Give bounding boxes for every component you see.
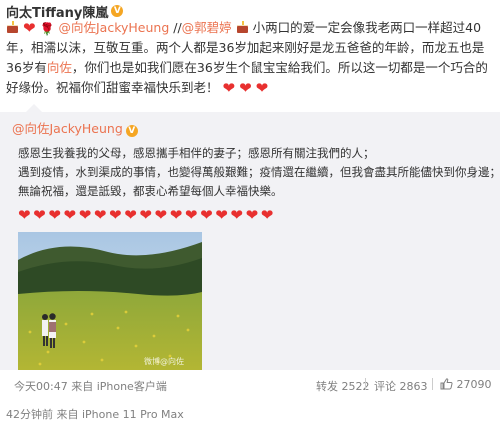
weibo-post: 向太Tiffany陳嵐 V ❤ 🌹 @向佐JackyHeung //@郭碧婷 小…: [0, 0, 500, 421]
thumbs-up-icon: [440, 378, 453, 390]
separator: [365, 378, 366, 390]
post-photo[interactable]: 微博@向佐: [18, 232, 202, 370]
cake-emoji-icon: [236, 21, 249, 33]
heart-emoji-icon: ❤: [239, 79, 252, 97]
repost-text: 感恩生我養我的父母，感恩攜手相伴的妻子；感恩所有關注我們的人； 遇到疫情，水到渠…: [18, 144, 500, 201]
heart-emoji-icon: ❤: [215, 206, 231, 224]
comment-label: 评论: [374, 380, 400, 393]
heart-emoji-icon: ❤: [230, 206, 246, 224]
next-post-meta: 42分钟前 来自 iPhone 11 Pro Max: [6, 408, 184, 421]
forward-button[interactable]: 转发 2522: [316, 378, 370, 394]
heart-emoji-icon: ❤: [124, 206, 140, 224]
svg-text:微博@向佐: 微博@向佐: [144, 356, 184, 366]
timestamp[interactable]: 今天00:47 来自 iPhone客户端: [14, 378, 167, 394]
heart-emoji-icon: ❤: [109, 206, 125, 224]
like-count: 27090: [456, 378, 492, 391]
heart-emoji-icon: ❤: [260, 206, 276, 224]
photo-image: 微博@向佐: [18, 232, 202, 370]
repost-line: 無論祝福，還是詆毀，都衷心希望每個人幸福快樂。: [18, 184, 283, 198]
heart-emoji-icon: ❤: [48, 206, 64, 224]
verified-badge-icon: V: [111, 5, 124, 17]
heart-emoji-icon: ❤: [169, 206, 185, 224]
heart-emoji-icon: ❤: [22, 19, 36, 37]
repost-line: 遇到疫情，水到渠成的事情，也變得萬般艱難；疫情還在繼續，但我會盡其所能儘快到你身…: [18, 165, 500, 179]
separator: [432, 378, 433, 390]
comment-button[interactable]: 评论 2863: [374, 378, 428, 394]
heart-emoji-icon: ❤: [200, 206, 216, 224]
mention-link[interactable]: 向佐: [47, 60, 72, 75]
repost-author-name[interactable]: @向佐JackyHeung: [12, 121, 123, 136]
heart-emoji-icon: ❤: [154, 206, 170, 224]
like-button[interactable]: 27090: [440, 378, 492, 391]
hearts-row: ❤❤❤❤❤❤❤❤❤❤❤❤❤❤❤❤❤: [18, 206, 276, 224]
mention-link[interactable]: @向佐JackyHeung: [58, 20, 169, 35]
rose-emoji-icon: 🌹: [39, 22, 55, 36]
heart-emoji-icon: ❤: [184, 206, 201, 224]
comment-count: 2863: [399, 380, 428, 393]
repost-bubble-notch: [26, 104, 42, 112]
post-footer: 今天00:47 来自 iPhone客户端 转发 2522 评论 2863 270…: [0, 372, 500, 398]
heart-emoji-icon: ❤: [222, 79, 236, 97]
heart-emoji-icon: ❤: [18, 206, 34, 224]
verified-badge-icon: V: [125, 125, 138, 137]
post-text: ❤ 🌹 @向佐JackyHeung //@郭碧婷 小两口的爱一定会像我老两口一样…: [6, 18, 496, 98]
forward-label: 转发: [316, 380, 342, 393]
repost-author[interactable]: @向佐JackyHeung V: [12, 118, 138, 137]
heart-emoji-icon: ❤: [33, 206, 49, 224]
heart-emoji-icon: ❤: [245, 206, 261, 224]
heart-emoji-icon: ❤: [139, 206, 155, 224]
repost-separator: //: [169, 20, 182, 35]
heart-emoji-icon: ❤: [255, 79, 269, 97]
heart-emoji-icon: ❤: [93, 206, 110, 224]
cake-emoji-icon: [6, 21, 19, 33]
heart-emoji-icon: ❤: [63, 206, 79, 224]
repost-line: 感恩生我養我的父母，感恩攜手相伴的妻子；感恩所有關注我們的人；: [18, 146, 375, 160]
mention-link[interactable]: @郭碧婷: [182, 20, 232, 35]
heart-emoji-icon: ❤: [78, 206, 94, 224]
